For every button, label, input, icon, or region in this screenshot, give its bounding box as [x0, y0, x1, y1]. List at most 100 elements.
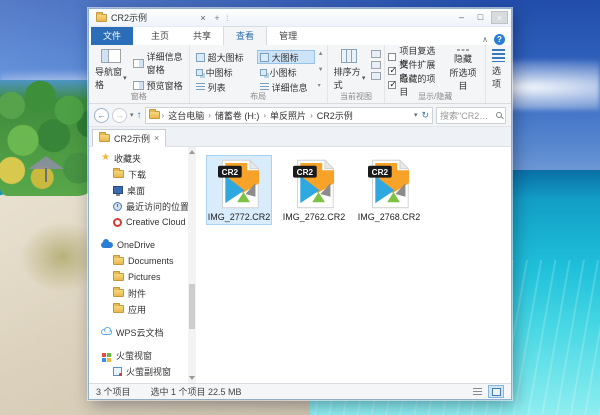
refresh-icon[interactable]: ↻ [421, 110, 429, 121]
help-icon[interactable]: ? [494, 34, 505, 45]
ribbon-tab-file[interactable]: 文件 [91, 27, 134, 45]
status-bar: 3 个项目 选中 1 个项目 22.5 MB [89, 383, 511, 399]
sidebar-item-firefly-main[interactable]: 火萤主视窗 [89, 379, 188, 383]
titlebar[interactable]: CR2示例 × + ⁞ – □ × [89, 9, 511, 27]
sort-by-button[interactable]: 排序方式 ▾ [331, 48, 369, 92]
ribbon-tab-view[interactable]: 查看 [223, 26, 268, 45]
layout-gallery-scroll[interactable]: ▲ ▼ ▾ [318, 48, 324, 92]
sidebar-item-downloads[interactable]: 下载 [89, 166, 188, 182]
address-dropdown-icon[interactable]: ▾ [414, 111, 418, 119]
sidebar-item-recent-places[interactable]: 最近访问的位置 [89, 198, 190, 214]
sidebar-item-wps-cloud[interactable]: WPS云文档 [89, 324, 188, 340]
sidebar-item-label: 附件 [128, 288, 147, 299]
breadcrumb-item-this-pc[interactable]: 这台电脑 [166, 109, 206, 122]
desktop-icon [113, 186, 123, 196]
folder-icon [113, 303, 124, 313]
sidebar-item-label: 最近访问的位置 [126, 201, 190, 212]
extra-large-icons-button[interactable]: 超大图标 [193, 50, 255, 64]
forward-button[interactable]: → [112, 107, 127, 123]
current-view-small-buttons [371, 48, 382, 92]
add-columns-icon[interactable] [371, 61, 382, 69]
explorer-tab-label: CR2示例 [114, 133, 151, 144]
hide-selected-items-button[interactable]: 隐藏 所选项目 [444, 48, 482, 92]
sidebar-item-label: 下载 [128, 169, 147, 180]
main-area: ★ 收藏夹 下载 桌面 最近访问的位置 Creative Cloud Fi On… [89, 147, 511, 383]
scroll-up-icon[interactable] [189, 150, 195, 154]
folder-icon [148, 109, 160, 119]
breadcrumb-item-drive-h[interactable]: 储蓄卷 (H:) [213, 109, 262, 122]
close-button[interactable]: × [491, 11, 508, 24]
up-button[interactable]: ↑ [137, 110, 142, 121]
back-button[interactable]: ← [94, 107, 109, 123]
cr2-file-icon: CR2 [218, 159, 260, 209]
cloud-icon [101, 327, 112, 335]
ribbon-group-current-view: 排序方式 ▾ 当前视图 [328, 45, 386, 103]
sort-by-icon [341, 49, 358, 63]
large-icons-button[interactable]: 大图标 [256, 50, 315, 64]
ribbon-tab-home[interactable]: 主页 [139, 27, 181, 45]
ribbon: 导航窗格 ▾ 详细信息窗格 预览窗格 窗格 超大图标 大图标 中图标 小图标 列… [89, 45, 511, 104]
search-input[interactable]: 搜索"CR2… [436, 106, 506, 124]
scrollbar-thumb[interactable] [189, 283, 195, 329]
sidebar-item-label: 收藏夹 [113, 153, 141, 164]
size-columns-icon[interactable] [371, 72, 382, 80]
details-view-toggle[interactable] [469, 385, 485, 398]
sidebar-item-favorites[interactable]: ★ 收藏夹 [89, 150, 188, 166]
file-item-img-2762[interactable]: CR2 IMG_2762.CR2 [281, 155, 347, 225]
minimize-button[interactable]: – [453, 11, 470, 24]
titlebar-tab[interactable]: CR2示例 [92, 9, 196, 26]
file-item-img-2772[interactable]: CR2 IMG_2772.CR2 [206, 155, 272, 225]
collapse-ribbon-icon[interactable]: ∧ [482, 35, 488, 44]
thumbnail-view-toggle[interactable] [488, 385, 504, 398]
checkbox-checked-icon[interactable] [388, 79, 397, 90]
sidebar-item-pictures[interactable]: Pictures [89, 269, 188, 285]
sidebar-item-label: Pictures [128, 272, 161, 282]
small-icons-button[interactable]: 小图标 [257, 65, 315, 79]
recent-locations-dropdown-icon[interactable]: ▾ [130, 111, 134, 119]
options-label: 选项 [491, 66, 501, 89]
scroll-down-icon[interactable] [189, 376, 195, 380]
chevron-down-icon: ▾ [361, 75, 366, 82]
explorer-tab-strip: CR2示例 × [89, 127, 511, 147]
sidebar-scrollbar[interactable] [188, 147, 196, 383]
sidebar-item-apps[interactable]: 应用 [89, 301, 188, 317]
folder-icon [96, 11, 107, 22]
ribbon-tab-manage[interactable]: 管理 [267, 27, 309, 45]
options-button[interactable]: 选项 [489, 48, 508, 92]
explorer-tab-active[interactable]: CR2示例 × [92, 129, 167, 147]
breadcrumb[interactable]: › 这台电脑 › 储蓄卷 (H:) › 单反照片 › CR2示例 ▾ ↻ [144, 106, 433, 124]
layout-group-label: 布局 [250, 92, 267, 101]
new-tab-button[interactable]: + [210, 13, 224, 23]
sidebar-item-firefly-windows[interactable]: 火萤视窗 [89, 347, 188, 363]
sidebar-item-documents[interactable]: Documents [89, 253, 188, 269]
explorer-window: CR2示例 × + ⁞ – □ × 文件 主页 共享 查看 管理 ∧ ? 导航窗… [88, 8, 512, 400]
details-pane-button[interactable]: 详细信息窗格 [132, 50, 186, 76]
sidebar-item-desktop[interactable]: 桌面 [89, 182, 188, 198]
tab-divider: ⁞ [226, 12, 230, 23]
maximize-button[interactable]: □ [472, 11, 489, 24]
file-item-img-2768[interactable]: CR2 IMG_2768.CR2 [356, 155, 422, 225]
extra-large-icons-label: 超大图标 [207, 52, 244, 63]
cr2-badge-label: CR2 [372, 168, 389, 177]
breadcrumb-item-dslr-photos[interactable]: 单反照片 [268, 109, 308, 122]
gallery-up-icon: ▲ [317, 51, 324, 57]
checkbox-unchecked-icon[interactable] [388, 52, 397, 61]
sidebar-item-firefly-secondary[interactable]: 火萤副视窗 [89, 363, 188, 379]
sidebar-item-onedrive[interactable]: OneDrive [89, 237, 188, 253]
color-grid-icon [102, 353, 106, 357]
view-toggle-buttons [469, 385, 504, 398]
group-by-icon[interactable] [371, 50, 382, 58]
sidebar-item-attachments[interactable]: 附件 [89, 285, 188, 301]
sidebar-item-label: Creative Cloud Fi [126, 217, 196, 227]
thumbnail-view-icon [491, 387, 501, 396]
medium-icons-button[interactable]: 中图标 [193, 65, 255, 79]
sidebar-item-creative-cloud[interactable]: Creative Cloud Fi [89, 214, 196, 230]
breadcrumb-item-cr2-sample[interactable]: CR2示例 [315, 109, 355, 122]
hidden-items-option[interactable]: 隐藏的项目 [388, 74, 441, 97]
navigation-pane-button[interactable]: 导航窗格 ▾ [92, 48, 130, 92]
checkbox-checked-icon[interactable] [388, 65, 397, 76]
ribbon-tab-share[interactable]: 共享 [181, 27, 223, 45]
close-tab-icon[interactable]: × [154, 133, 159, 143]
close-tab-icon[interactable]: × [196, 13, 210, 23]
window-title: CR2示例 [111, 13, 148, 23]
